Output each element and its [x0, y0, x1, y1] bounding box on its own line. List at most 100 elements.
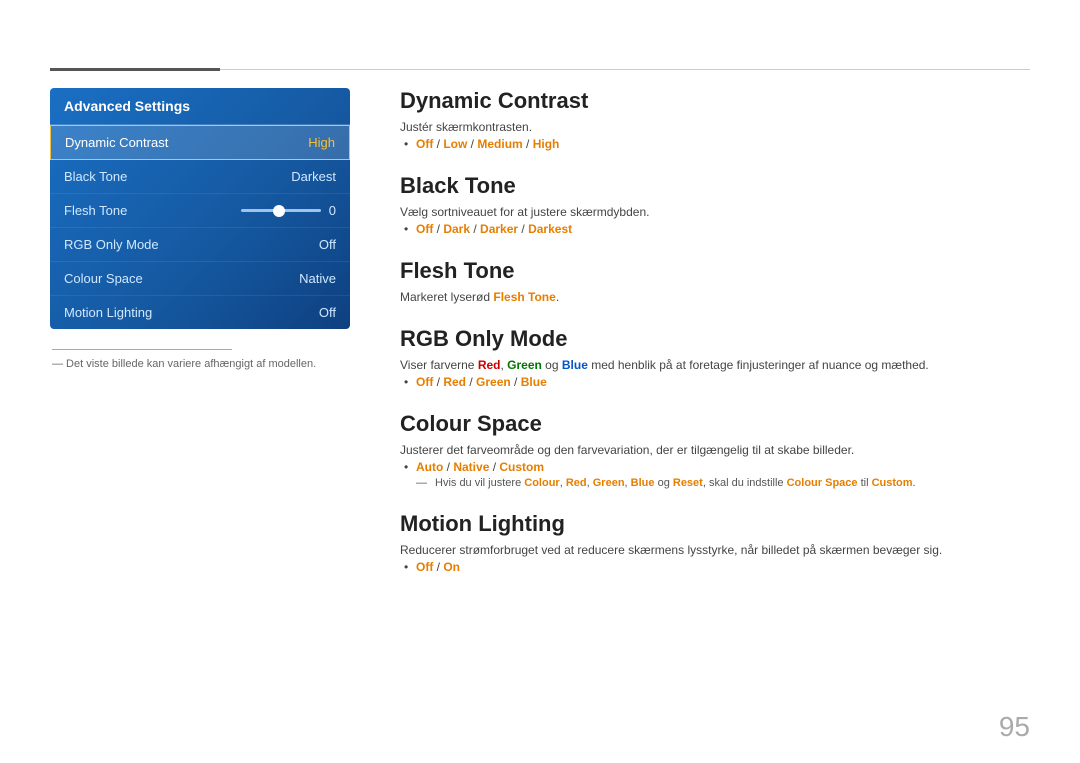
section-options-black-tone: Off / Dark / Darker / Darkest [416, 222, 1030, 236]
option-green: Green [476, 375, 511, 389]
menu-item-value: Off [319, 305, 336, 320]
color-red: Red [478, 358, 501, 372]
section-dynamic-contrast: Dynamic Contrast Justér skærmkontrasten.… [400, 88, 1030, 151]
desc-end: . [556, 290, 559, 304]
desc-text: Viser farverne [400, 358, 478, 372]
menu-item-motion-lighting[interactable]: Motion Lighting Off [50, 296, 350, 329]
sep: / [470, 222, 480, 236]
left-panel: Advanced Settings Dynamic Contrast High … [50, 88, 350, 370]
sep: / [511, 375, 521, 389]
option-blue: Blue [521, 375, 547, 389]
menu-item-label: RGB Only Mode [64, 237, 159, 252]
sep: / [489, 460, 499, 474]
desc-end: med henblik på at foretage finjusteringe… [588, 358, 929, 372]
right-content: Dynamic Contrast Justér skærmkontrasten.… [400, 88, 1030, 713]
option-auto: Auto [416, 460, 443, 474]
slider-thumb [273, 205, 285, 217]
section-title-motion-lighting: Motion Lighting [400, 511, 1030, 537]
section-desc-motion-lighting: Reducerer strømforbruget ved at reducere… [400, 543, 1030, 557]
slider-value: 0 [329, 203, 336, 218]
option-off: Off [416, 137, 433, 151]
section-desc-dynamic-contrast: Justér skærmkontrasten. [400, 120, 1030, 134]
option-off: Off [416, 222, 433, 236]
sep: og [542, 358, 562, 372]
menu-item-label: Flesh Tone [64, 203, 127, 218]
sep: / [433, 375, 443, 389]
menu-item-label: Motion Lighting [64, 305, 152, 320]
page-number: 95 [999, 711, 1030, 743]
section-desc-rgb-only-mode: Viser farverne Red, Green og Blue med he… [400, 358, 1030, 372]
option-off: Off [416, 375, 433, 389]
slider-row: 0 [233, 203, 336, 218]
section-colour-space: Colour Space Justerer det farveområde og… [400, 411, 1030, 489]
menu-title: Advanced Settings [50, 88, 350, 125]
menu-item-value: Off [319, 237, 336, 252]
section-options-dynamic-contrast: Off / Low / Medium / High [416, 137, 1030, 151]
section-desc-flesh-tone: Markeret lyserød Flesh Tone. [400, 290, 1030, 304]
option-low: Low [443, 137, 467, 151]
option-red: Red [443, 375, 466, 389]
option-native: Native [453, 460, 489, 474]
desc-highlight: Flesh Tone [493, 290, 555, 304]
option-darkest: Darkest [528, 222, 572, 236]
sub-blue: Blue [631, 477, 655, 489]
section-desc-black-tone: Vælg sortniveauet for at justere skærmdy… [400, 205, 1030, 219]
menu-item-value: High [308, 135, 335, 150]
option-high: High [533, 137, 560, 151]
menu-item-label: Black Tone [64, 169, 127, 184]
sep: / [443, 460, 453, 474]
sep: / [523, 137, 533, 151]
menu-item-value: Native [299, 271, 336, 286]
option-on: On [443, 560, 460, 574]
section-flesh-tone: Flesh Tone Markeret lyserød Flesh Tone. [400, 258, 1030, 304]
sub-custom: Custom [872, 477, 913, 489]
sub-red: Red [566, 477, 587, 489]
panel-note: ― Det viste billede kan variere afhængig… [50, 349, 350, 370]
sub-note-text: Hvis du vil justere Colour, Red, Green, … [435, 477, 916, 489]
section-options-motion-lighting: Off / On [416, 560, 1030, 574]
menu-item-value: Darkest [291, 169, 336, 184]
section-title-black-tone: Black Tone [400, 173, 1030, 199]
menu-item-black-tone[interactable]: Black Tone Darkest [50, 160, 350, 194]
section-motion-lighting: Motion Lighting Reducerer strømforbruget… [400, 511, 1030, 574]
sep: / [433, 137, 443, 151]
color-green: Green [507, 358, 542, 372]
sep: / [466, 375, 476, 389]
option-dark: Dark [443, 222, 470, 236]
panel-note-text: ― Det viste billede kan variere afhængig… [52, 358, 350, 370]
section-desc-colour-space: Justerer det farveområde og den farvevar… [400, 443, 1030, 457]
sub-colour: Colour [524, 477, 559, 489]
section-title-rgb-only-mode: RGB Only Mode [400, 326, 1030, 352]
panel-note-line [52, 349, 232, 350]
slider-track [241, 209, 321, 212]
menu-item-rgb-only-mode[interactable]: RGB Only Mode Off [50, 228, 350, 262]
desc-text: Markeret lyserød [400, 290, 493, 304]
sub-colour-space: Colour Space [787, 477, 858, 489]
option-darker: Darker [480, 222, 518, 236]
menu-item-label: Dynamic Contrast [65, 135, 168, 150]
section-options-colour-space: Auto / Native / Custom [416, 460, 1030, 474]
top-line-dark [50, 68, 220, 71]
menu-box: Advanced Settings Dynamic Contrast High … [50, 88, 350, 329]
menu-item-label: Colour Space [64, 271, 143, 286]
sep: / [467, 137, 477, 151]
sep: / [433, 222, 443, 236]
menu-item-flesh-tone[interactable]: Flesh Tone 0 [50, 194, 350, 228]
section-title-colour-space: Colour Space [400, 411, 1030, 437]
section-title-flesh-tone: Flesh Tone [400, 258, 1030, 284]
menu-item-colour-space[interactable]: Colour Space Native [50, 262, 350, 296]
option-medium: Medium [477, 137, 522, 151]
sep: / [518, 222, 528, 236]
color-blue: Blue [562, 358, 588, 372]
section-title-dynamic-contrast: Dynamic Contrast [400, 88, 1030, 114]
option-off: Off [416, 560, 433, 574]
top-divider [50, 68, 1030, 71]
sub-reset: Reset [673, 477, 703, 489]
sub-green: Green [593, 477, 625, 489]
sep: / [433, 560, 443, 574]
option-custom: Custom [499, 460, 544, 474]
top-line-light [220, 69, 1030, 70]
section-black-tone: Black Tone Vælg sortniveauet for at just… [400, 173, 1030, 236]
section-options-rgb-only-mode: Off / Red / Green / Blue [416, 375, 1030, 389]
menu-item-dynamic-contrast[interactable]: Dynamic Contrast High [50, 125, 350, 160]
